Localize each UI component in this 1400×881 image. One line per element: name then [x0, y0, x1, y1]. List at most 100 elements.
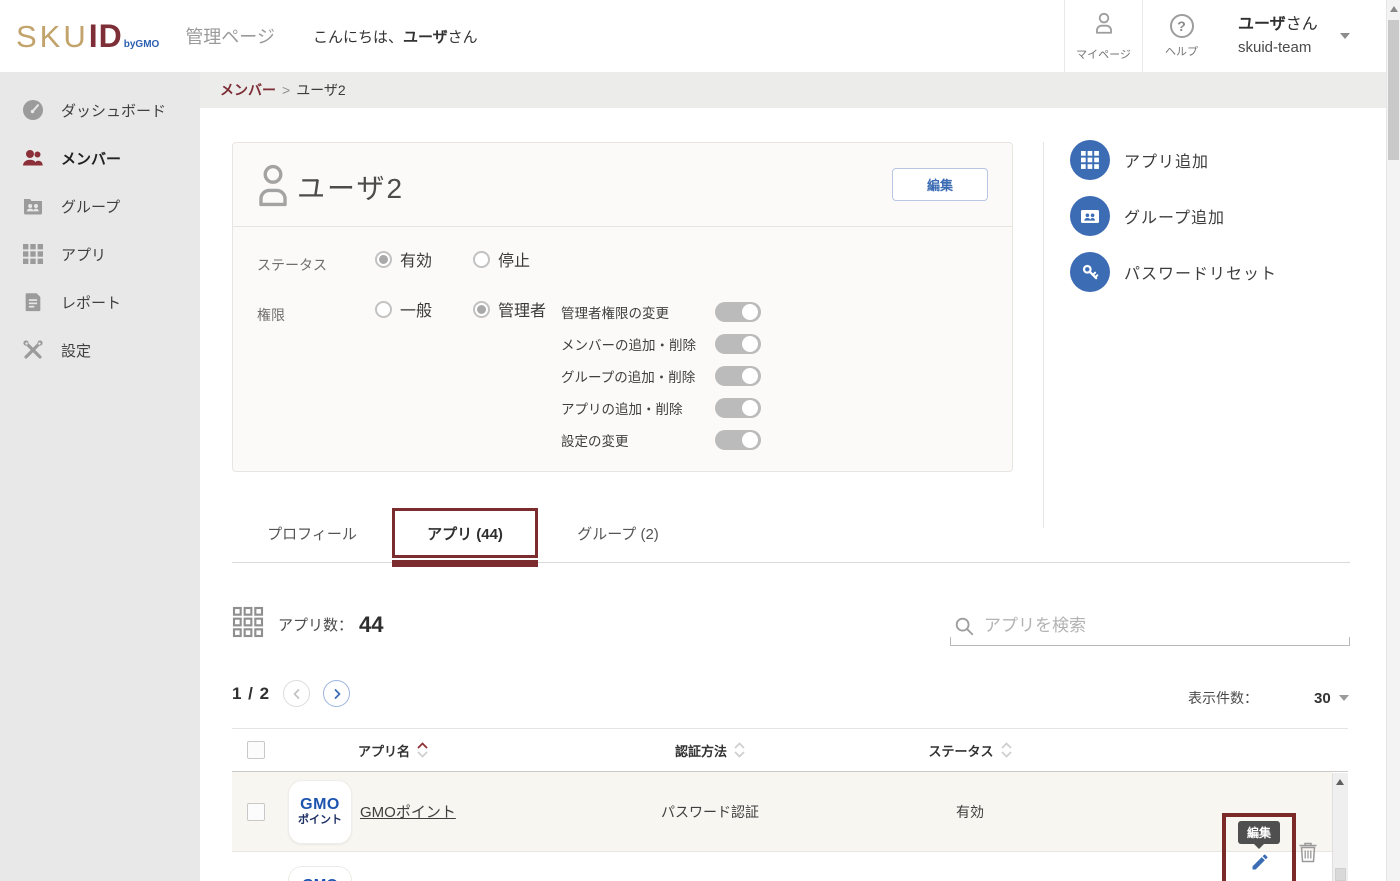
row-checkbox[interactable] — [247, 803, 265, 821]
table-scrollbar-thumb[interactable] — [1335, 868, 1346, 881]
main-content: ユーザ2 編集 ステータス 有効 停止 権限 一般 — [200, 108, 1386, 881]
add-app-button[interactable]: アプリ追加 — [1070, 140, 1277, 180]
sort-icon-asc-active — [417, 742, 428, 758]
permission-toggle-label: アプリの追加・削除 — [561, 398, 683, 418]
prev-page-button[interactable] — [283, 680, 310, 707]
account-text: ユーザさん skuid-team — [1238, 13, 1318, 59]
user-card-header: ユーザ2 編集 — [233, 143, 1012, 227]
select-all-checkbox[interactable] — [247, 741, 265, 759]
permission-label: 権限 — [257, 305, 285, 325]
status-radio-group: 有効 停止 — [375, 247, 530, 271]
status-cell: 有効 — [956, 802, 984, 822]
page-scrollbar-thumb[interactable] — [1388, 20, 1399, 160]
tab-profile[interactable]: プロフィール — [232, 508, 392, 558]
app-logo-text: GMO — [289, 876, 351, 881]
user-name-title: ユーザ2 — [297, 167, 404, 207]
permission-row-group-add-remove: グループの追加・削除 — [561, 360, 761, 392]
scroll-up-arrow-icon[interactable] — [1390, 6, 1398, 12]
radio-button[interactable] — [473, 301, 490, 318]
page-label: 管理ページ — [185, 23, 275, 49]
skuid-logo[interactable]: SKU ID byGMO — [16, 18, 159, 55]
toggle-switch[interactable] — [715, 366, 761, 386]
table-scrollbar[interactable] — [1332, 773, 1348, 881]
sidebar-item-settings[interactable]: 設定 — [0, 326, 200, 374]
delete-trash-icon[interactable] — [1298, 841, 1318, 868]
sidebar-item-apps[interactable]: アプリ — [0, 230, 200, 278]
radio-button[interactable] — [375, 301, 392, 318]
quick-action-label: グループ追加 — [1124, 204, 1225, 228]
column-header-status[interactable]: ステータス — [928, 741, 1011, 760]
header-right: マイページ ? ヘルプ ユーザさん skuid-team — [1064, 0, 1386, 72]
tab-apps[interactable]: アプリ (44) — [392, 508, 538, 558]
app-search — [950, 608, 1350, 646]
column-header-app-name[interactable]: アプリ名 — [358, 741, 428, 760]
page-size-select[interactable]: 30 — [1314, 690, 1349, 707]
help-button[interactable]: ? ヘルプ — [1142, 0, 1220, 72]
edit-pencil-icon[interactable] — [1250, 852, 1270, 877]
sidebar-item-reports[interactable]: レポート — [0, 278, 200, 326]
sidebar-item-label: ダッシュボード — [61, 100, 166, 121]
apps-add-icon — [1070, 140, 1110, 180]
sidebar-item-members[interactable]: メンバー — [0, 134, 200, 182]
toggle-switch[interactable] — [715, 334, 761, 354]
sidebar-item-label: レポート — [61, 292, 121, 313]
app-name-link[interactable]: GMOポイント — [360, 801, 456, 822]
permission-option-general[interactable]: 一般 — [375, 297, 432, 321]
sidebar-item-groups[interactable]: グループ — [0, 182, 200, 230]
admin-page: SKU ID byGMO 管理ページ こんにちは、ユーザさん マイページ ? ヘ… — [0, 0, 1400, 881]
permission-option-admin[interactable]: 管理者 — [473, 297, 546, 321]
toggle-switch[interactable] — [715, 398, 761, 418]
page-size-label: 表示件数： — [1188, 688, 1258, 708]
next-page-button[interactable] — [323, 680, 350, 707]
edit-user-button[interactable]: 編集 — [892, 168, 988, 201]
mypage-button[interactable]: マイページ — [1064, 0, 1142, 72]
apps-count: アプリ数： 44 — [232, 606, 384, 643]
page-size-control: 表示件数： 30 — [1188, 688, 1349, 708]
permission-toggle-label: 設定の変更 — [561, 430, 629, 450]
status-option-active[interactable]: 有効 — [375, 247, 432, 271]
sidebar-item-label: メンバー — [61, 148, 121, 169]
radio-button[interactable] — [473, 251, 490, 268]
password-reset-button[interactable]: パスワードリセット — [1070, 252, 1277, 292]
toggle-switch[interactable] — [715, 430, 761, 450]
radio-label: 停止 — [498, 247, 530, 271]
permission-row-settings-change: 設定の変更 — [561, 424, 761, 456]
greeting-text: こんにちは、ユーザさん — [313, 26, 478, 47]
members-icon — [21, 146, 45, 170]
permission-toggle-label: メンバーの追加・削除 — [561, 334, 696, 354]
search-icon — [953, 615, 975, 642]
app-logo-partial: GMO — [288, 866, 352, 881]
app-logo-text: GMO — [300, 797, 340, 814]
search-input[interactable] — [984, 612, 1334, 640]
status-option-suspended[interactable]: 停止 — [473, 247, 530, 271]
account-menu[interactable]: ユーザさん skuid-team — [1220, 0, 1386, 72]
app-header: SKU ID byGMO 管理ページ こんにちは、ユーザさん マイページ ? ヘ… — [0, 0, 1386, 72]
quick-action-label: アプリ追加 — [1124, 148, 1209, 172]
add-group-button[interactable]: グループ追加 — [1070, 196, 1277, 236]
radio-button[interactable] — [375, 251, 392, 268]
app-logo-gmo-point: GMO ポイント — [288, 780, 352, 844]
app-logo-text: ポイント — [298, 814, 342, 826]
scroll-up-arrow-icon[interactable] — [1336, 779, 1344, 785]
logo-text-sku: SKU — [16, 19, 89, 55]
auth-method-cell: パスワード認証 — [661, 802, 759, 822]
breadcrumb-parent[interactable]: メンバー — [220, 80, 276, 100]
apps-table: アプリ名 認証方法 — [232, 728, 1348, 881]
column-header-auth-method[interactable]: 認証方法 — [675, 741, 745, 760]
user-detail-card: ユーザ2 編集 ステータス 有効 停止 権限 一般 — [232, 142, 1013, 472]
status-label: ステータス — [257, 255, 327, 275]
tab-groups[interactable]: グループ (2) — [538, 508, 698, 558]
greeting-username: ユーザ — [403, 29, 448, 46]
page-scrollbar[interactable] — [1386, 0, 1400, 881]
permission-row-member-add-remove: メンバーの追加・削除 — [561, 328, 761, 360]
toggle-switch[interactable] — [715, 302, 761, 322]
quick-actions: アプリ追加 グループ追加 パスワードリセット — [1070, 140, 1277, 308]
help-label: ヘルプ — [1165, 43, 1198, 59]
sidebar-item-label: アプリ — [61, 244, 106, 265]
sidebar-item-label: 設定 — [61, 340, 91, 361]
quick-action-label: パスワードリセット — [1124, 260, 1277, 284]
table-header-row: アプリ名 認証方法 — [232, 728, 1348, 772]
sidebar-item-dashboard[interactable]: ダッシュボード — [0, 86, 200, 134]
logo-text-bygmo: byGMO — [124, 39, 160, 50]
chevron-down-icon — [1339, 695, 1349, 701]
